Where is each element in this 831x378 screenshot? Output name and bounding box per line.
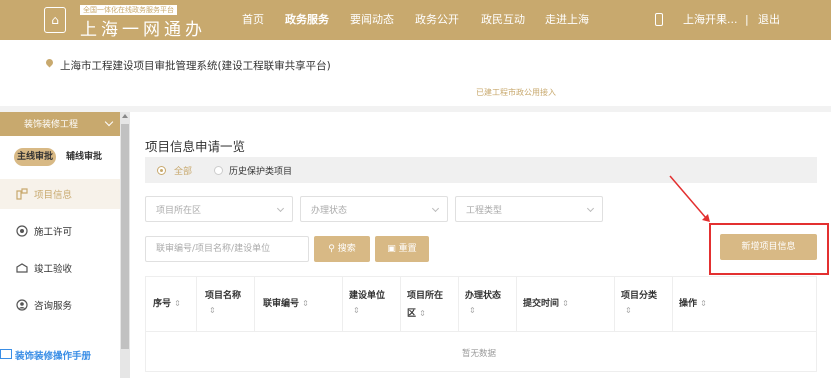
col-category-label: 项目分类 bbox=[621, 291, 658, 301]
sort-icon: ⇕ bbox=[419, 309, 426, 318]
nav-public[interactable]: 政务公开 bbox=[415, 0, 459, 40]
page-title: 项目信息申请一览 bbox=[145, 139, 246, 154]
sidebar-item-label: 项目信息 bbox=[34, 190, 73, 201]
nav-interaction[interactable]: 政民互动 bbox=[481, 0, 525, 40]
radio-all-label[interactable]: 全部 bbox=[174, 164, 192, 177]
sidebar-item-label: 咨询服务 bbox=[34, 301, 73, 312]
sidebar-item-consult[interactable]: 咨询服务 bbox=[0, 290, 120, 320]
status-select[interactable]: 办理状态 bbox=[300, 196, 448, 222]
trash-icon: ▣ bbox=[387, 244, 399, 254]
scroll-thumb[interactable] bbox=[121, 124, 129, 349]
col-district-label-2: 区 bbox=[407, 309, 417, 319]
col-actions[interactable]: 操作 ⇕ bbox=[673, 276, 817, 332]
sort-icon: ⇕ bbox=[625, 306, 632, 315]
sidebar-item-label: 竣工验收 bbox=[34, 264, 73, 275]
search-button-label: 搜索 bbox=[337, 244, 356, 254]
reset-button[interactable]: ▣ 重置 bbox=[375, 236, 429, 262]
col-district[interactable]: 项目所在 区 ⇕ bbox=[401, 276, 459, 332]
col-project-name[interactable]: 项目名称 ⇕ bbox=[197, 276, 255, 332]
phone-icon[interactable] bbox=[655, 13, 663, 26]
sort-icon: ⇕ bbox=[700, 299, 707, 308]
nav-news[interactable]: 要闻动态 bbox=[350, 0, 394, 40]
col-index[interactable]: 序号 ⇕ bbox=[145, 276, 197, 332]
logo-title[interactable]: 上海一网通办 bbox=[80, 15, 206, 40]
col-project-name-label: 项目名称 bbox=[205, 291, 242, 301]
user-name[interactable]: 上海开果... bbox=[683, 0, 738, 40]
search-icon: ⚲ bbox=[328, 244, 338, 254]
col-actions-label: 操作 bbox=[679, 299, 698, 309]
col-builder-label: 建设单位 bbox=[349, 291, 386, 301]
project-info-icon bbox=[16, 188, 28, 200]
category-label: 装饰装修工程 bbox=[24, 120, 79, 130]
type-placeholder: 工程类型 bbox=[466, 206, 503, 216]
radio-all[interactable] bbox=[157, 166, 166, 175]
col-review-no-label: 联审编号 bbox=[263, 299, 300, 309]
nav-home[interactable]: 首页 bbox=[242, 0, 264, 40]
municipal-access-link[interactable]: 已建工程市政公用接入 bbox=[476, 87, 556, 98]
col-status-label: 办理状态 bbox=[465, 291, 502, 301]
sort-icon: ⇕ bbox=[469, 306, 476, 315]
annotation-arrow bbox=[669, 175, 710, 222]
chevron-down-icon bbox=[586, 204, 595, 213]
sort-icon: ⇕ bbox=[209, 306, 216, 315]
add-project-button[interactable]: 新增项目信息 bbox=[720, 234, 817, 260]
col-submit-time[interactable]: 提交时间 ⇕ bbox=[517, 276, 615, 332]
district-placeholder: 项目所在区 bbox=[156, 206, 202, 216]
empty-state-text: 暂无数据 bbox=[462, 349, 497, 359]
search-input[interactable] bbox=[145, 236, 309, 262]
manual-icon bbox=[0, 349, 12, 359]
chevron-down-icon bbox=[276, 204, 285, 213]
logout-link[interactable]: 退出 bbox=[758, 0, 780, 40]
permit-icon bbox=[16, 225, 28, 237]
sort-icon: ⇕ bbox=[302, 299, 309, 308]
radio-historic-label[interactable]: 历史保护类项目 bbox=[229, 164, 292, 177]
search-button[interactable]: ⚲ 搜索 bbox=[314, 236, 370, 262]
site-bar bbox=[0, 40, 831, 106]
sidebar-item-acceptance[interactable]: 竣工验收 bbox=[0, 253, 120, 283]
radio-historic[interactable] bbox=[214, 166, 223, 175]
acceptance-icon bbox=[16, 263, 28, 273]
col-review-no[interactable]: 联审编号 ⇕ bbox=[255, 276, 343, 332]
tab-main-approval[interactable]: 主线审批 bbox=[14, 148, 56, 166]
header-separator: | bbox=[745, 13, 749, 26]
sort-icon: ⇕ bbox=[353, 306, 360, 315]
logo-icon[interactable]: ⌂ bbox=[44, 7, 66, 33]
reset-button-label: 重置 bbox=[398, 244, 417, 254]
operation-manual-link[interactable]: 装饰装修操作手册 bbox=[15, 348, 91, 362]
sidebar-item-label: 施工许可 bbox=[34, 227, 73, 238]
site-title: 上海市工程建设项目审批管理系统(建设工程联审共享平台) bbox=[60, 60, 331, 72]
sidebar-item-project-info[interactable]: 项目信息 bbox=[0, 179, 120, 209]
district-select[interactable]: 项目所在区 bbox=[145, 196, 293, 222]
col-district-label: 项目所在 bbox=[407, 291, 444, 301]
logo-slogan: 全国一体化在线政务服务平台 bbox=[80, 5, 177, 15]
col-builder[interactable]: 建设单位 ⇕ bbox=[343, 276, 401, 332]
sort-icon: ⇕ bbox=[174, 299, 181, 308]
nav-gov-service[interactable]: 政务服务 bbox=[285, 0, 329, 40]
col-submit-time-label: 提交时间 bbox=[523, 299, 560, 309]
col-category[interactable]: 项目分类 ⇕ bbox=[615, 276, 673, 332]
consult-icon bbox=[16, 299, 28, 311]
col-status[interactable]: 办理状态 ⇕ bbox=[459, 276, 517, 332]
chevron-down-icon bbox=[431, 204, 440, 213]
sidebar-item-permit[interactable]: 施工许可 bbox=[0, 216, 120, 246]
nav-shanghai[interactable]: 走进上海 bbox=[545, 0, 589, 40]
col-index-label: 序号 bbox=[153, 299, 172, 309]
tab-aux-approval[interactable]: 辅线审批 bbox=[66, 148, 102, 166]
type-select[interactable]: 工程类型 bbox=[455, 196, 603, 222]
status-placeholder: 办理状态 bbox=[311, 206, 348, 216]
sort-icon: ⇕ bbox=[562, 299, 569, 308]
scroll-up-icon[interactable] bbox=[122, 114, 128, 118]
